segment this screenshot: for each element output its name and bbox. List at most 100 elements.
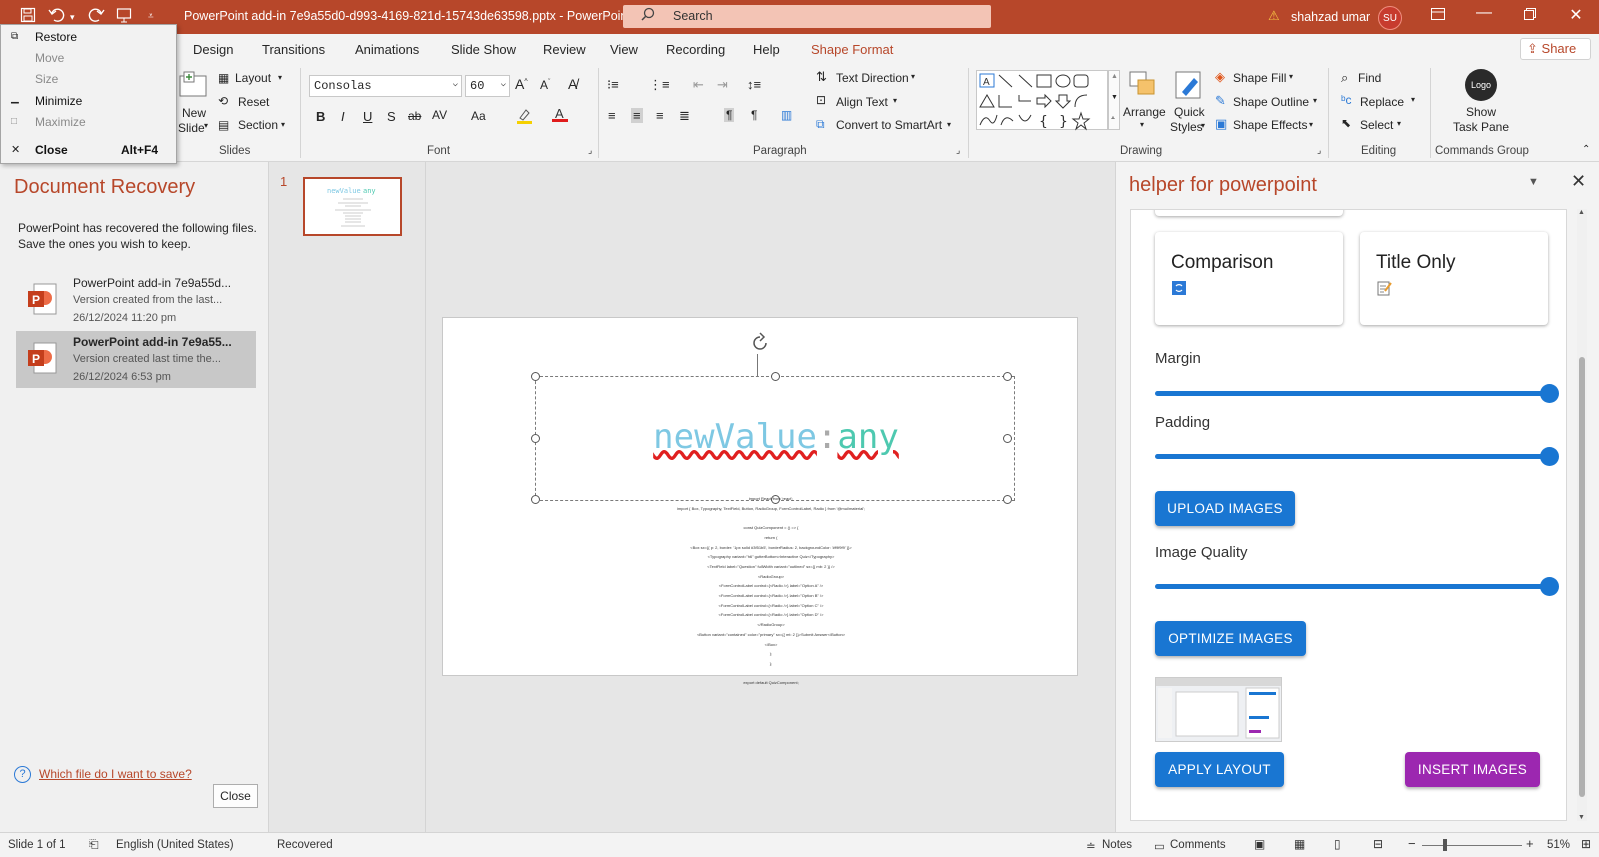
resize-handle[interactable] [771, 372, 780, 381]
layout-chevron-icon[interactable]: ▾ [278, 73, 282, 82]
margin-slider-thumb[interactable] [1540, 384, 1559, 403]
notes-button[interactable]: Notes [1102, 839, 1132, 851]
collapse-ribbon-icon[interactable]: ⌃ [1582, 144, 1590, 155]
slide-thumbnail[interactable]: newValue any [303, 177, 402, 236]
align-right-icon[interactable]: ≡ [656, 108, 664, 123]
help-link[interactable]: Which file do I want to save? [39, 767, 192, 781]
find-button[interactable]: Find [1358, 71, 1381, 85]
align-text-button[interactable]: Align Text [836, 95, 888, 109]
accessibility-icon[interactable]: ⎗ [89, 837, 99, 852]
resize-handle[interactable] [531, 434, 540, 443]
close-button[interactable]: Close [213, 784, 258, 808]
slide-sorter-icon[interactable]: ▦ [1294, 837, 1305, 851]
task-pane-scrollbar[interactable]: ▲ ▼ [1577, 209, 1587, 821]
padding-slider-thumb[interactable] [1540, 447, 1559, 466]
numbering-icon[interactable]: ⋮≡ [649, 77, 670, 93]
new-slide-icon[interactable] [178, 70, 208, 98]
tab-review[interactable]: Review [543, 42, 586, 57]
help-icon[interactable]: ? [14, 766, 31, 783]
shadow-icon[interactable]: S [387, 109, 396, 124]
align-left-icon[interactable]: ≡ [608, 108, 616, 123]
zoom-slider-track[interactable] [1422, 845, 1522, 846]
search-input[interactable]: Search [623, 5, 991, 28]
rtl-icon[interactable]: ¶ [751, 108, 757, 122]
optimize-images-button[interactable]: OPTIMIZE IMAGES [1155, 621, 1306, 656]
image-quality-slider-thumb[interactable] [1540, 577, 1559, 596]
replace-button[interactable]: Replace [1360, 95, 1404, 109]
change-case-icon[interactable]: Aa [471, 109, 486, 123]
layout-button[interactable]: Layout [235, 71, 271, 85]
slideshow-view-icon[interactable]: ⊟ [1373, 837, 1383, 851]
resize-handle[interactable] [1003, 372, 1012, 381]
menu-item-restore[interactable]: ⧉ Restore [1, 26, 176, 48]
ribbon-display-icon[interactable] [1428, 7, 1448, 23]
shape-outline-button[interactable]: Shape Outline [1233, 95, 1309, 109]
margin-slider-track[interactable] [1155, 391, 1550, 396]
chevron-down-icon[interactable]: ▾ [893, 96, 897, 105]
image-preview[interactable] [1155, 677, 1282, 742]
new-slide-label-2[interactable]: Slide [178, 121, 205, 135]
shape-effects-button[interactable]: Shape Effects [1233, 118, 1308, 132]
text-direction-button[interactable]: Text Direction [836, 71, 909, 85]
chevron-down-icon[interactable]: ▾ [1411, 95, 1415, 104]
clear-formatting-icon[interactable]: A̸ [568, 76, 577, 92]
restore-icon[interactable] [1520, 7, 1540, 23]
tab-recording[interactable]: Recording [666, 42, 725, 57]
bullets-icon[interactable]: ⁝≡ [607, 77, 619, 93]
chevron-down-icon[interactable]: ▾ [1201, 121, 1205, 130]
font-size-select[interactable]: 60 ⌵ [465, 75, 510, 97]
highlight-icon[interactable] [516, 108, 532, 124]
menu-item-close[interactable]: ✕ Close Alt+F4 [1, 139, 176, 161]
font-name-select[interactable]: Consolas ⌵ [309, 75, 462, 97]
shapes-gallery-scroll[interactable]: ▲ ▼ ⩡ [1108, 70, 1120, 130]
title-textbox[interactable]: newValue:any [531, 372, 1016, 504]
arrange-icon[interactable] [1128, 70, 1158, 98]
avatar[interactable]: SU [1378, 6, 1402, 30]
warning-icon[interactable]: ⚠ [1268, 8, 1280, 24]
columns-icon[interactable]: ▥ [781, 108, 792, 122]
new-slide-label[interactable]: New [182, 106, 206, 120]
font-color-icon[interactable]: A [552, 106, 568, 122]
tab-shape-format[interactable]: Shape Format [811, 42, 893, 57]
dialog-launcher-icon[interactable]: ⌟ [956, 145, 960, 156]
minimize-icon[interactable]: — [1474, 4, 1494, 22]
justify-icon[interactable]: ≣ [679, 108, 690, 124]
chevron-down-icon[interactable]: ▾ [1289, 72, 1293, 81]
chevron-down-icon[interactable]: ▾ [911, 72, 915, 81]
chevron-down-icon[interactable]: ▾ [947, 120, 951, 129]
tab-animations[interactable]: Animations [355, 42, 419, 57]
recovered-file-item[interactable]: P PowerPoint add-in 7e9a55... Version cr… [16, 331, 256, 388]
decrease-font-icon[interactable]: Aˇ [540, 78, 550, 92]
section-chevron-icon[interactable]: ▾ [281, 120, 285, 129]
logo-icon[interactable]: Logo [1465, 69, 1497, 101]
upload-images-button[interactable]: UPLOAD IMAGES [1155, 491, 1295, 526]
resize-handle[interactable] [1003, 434, 1012, 443]
language-status[interactable]: English (United States) [116, 839, 234, 851]
convert-smartart-button[interactable]: Convert to SmartArt [836, 118, 942, 132]
reading-view-icon[interactable]: ▯ [1334, 837, 1341, 851]
quick-styles-label[interactable]: Quick [1174, 105, 1205, 119]
comments-button[interactable]: Comments [1170, 839, 1226, 851]
layout-card-title-only[interactable]: Title Only [1360, 232, 1548, 325]
zoom-slider-thumb[interactable] [1443, 839, 1447, 851]
fit-slide-icon[interactable]: ⊞ [1581, 837, 1591, 851]
character-spacing-icon[interactable]: AV [432, 108, 447, 122]
dialog-launcher-icon[interactable]: ⌟ [1317, 145, 1321, 156]
task-pane-close-icon[interactable]: ✕ [1571, 171, 1586, 192]
undo-dropdown-icon[interactable]: ▾ [70, 12, 75, 23]
resize-handle[interactable] [531, 372, 540, 381]
insert-images-button[interactable]: INSERT IMAGES [1405, 752, 1540, 787]
quick-styles-icon[interactable] [1174, 70, 1204, 99]
dialog-launcher-icon[interactable]: ⌟ [588, 145, 592, 156]
italic-icon[interactable]: I [341, 109, 345, 124]
title-text[interactable]: newValue:any [536, 417, 1016, 457]
layout-card-comparison[interactable]: Comparison [1155, 232, 1343, 325]
menu-item-size[interactable]: Size [1, 68, 176, 90]
select-button[interactable]: Select [1360, 118, 1393, 132]
zoom-level[interactable]: 51% [1547, 839, 1570, 851]
tab-view[interactable]: View [610, 42, 638, 57]
padding-slider-track[interactable] [1155, 454, 1550, 459]
menu-item-minimize[interactable]: ▁ Minimize [1, 90, 176, 112]
increase-font-icon[interactable]: A^ [515, 76, 528, 92]
tab-slide-show[interactable]: Slide Show [451, 42, 516, 57]
